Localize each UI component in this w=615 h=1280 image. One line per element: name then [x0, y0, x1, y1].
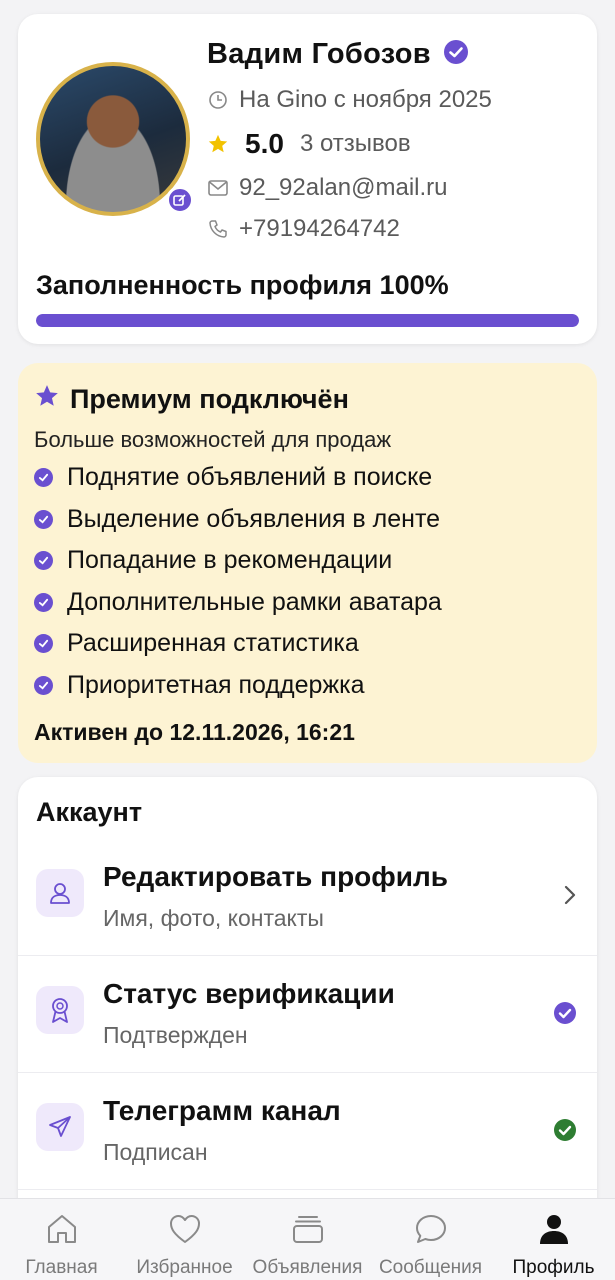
verified-check-icon	[553, 1001, 577, 1030]
nav-item-favorites[interactable]: Избранное	[123, 1199, 246, 1280]
account-item-subtitle: Имя, фото, контакты	[103, 905, 324, 931]
profile-completeness-bar	[36, 314, 579, 327]
nav-item-listings[interactable]: Объявления	[246, 1199, 369, 1280]
user-icon	[36, 869, 84, 917]
verified-badge-icon	[443, 39, 469, 70]
member-since-row: На Gino с ноября 2025	[207, 86, 492, 114]
star-icon	[207, 133, 229, 155]
check-icon	[34, 634, 53, 653]
account-card: Аккаунт Редактировать профиль Имя, фото,…	[18, 777, 597, 1217]
premium-feature: Выделение объявления в ленте	[34, 505, 440, 534]
phone-row: +79194264742	[207, 215, 400, 243]
account-item-edit-profile[interactable]: Редактировать профиль Имя, фото, контакт…	[18, 839, 597, 956]
premium-feature-label: Поднятие объявлений в поиске	[67, 463, 433, 491]
nav-item-home[interactable]: Главная	[0, 1199, 123, 1280]
send-icon	[36, 1103, 84, 1151]
premium-active-until: Активен до 12.11.2026, 16:21	[34, 719, 355, 745]
premium-card: Премиум подключён Больше возможностей дл…	[18, 363, 597, 763]
reviews-count[interactable]: 3 отзывов	[300, 130, 411, 158]
member-since: На Gino с ноября 2025	[239, 86, 492, 113]
premium-subtitle: Больше возможностей для продаж	[34, 427, 392, 452]
email-row: 92_92alan@mail.ru	[207, 174, 448, 202]
premium-star-icon	[34, 383, 60, 416]
listings-icon	[291, 1211, 325, 1247]
account-item-subtitle: Подписан	[103, 1139, 208, 1165]
chat-icon	[414, 1211, 448, 1247]
green-check-icon	[553, 1118, 577, 1147]
email: 92_92alan@mail.ru	[239, 174, 448, 201]
premium-title-row: Премиум подключён	[34, 383, 349, 416]
divider	[18, 1189, 597, 1190]
chevron-right-icon	[563, 884, 577, 911]
profile-card: Вадим Гобозов На Gino с ноября 2025 5.0 …	[18, 14, 597, 344]
premium-feature-label: Приоритетная поддержка	[67, 671, 365, 699]
profile-name-row: Вадим Гобозов	[207, 38, 469, 71]
badge-icon	[36, 986, 84, 1034]
premium-feature: Расширенная статистика	[34, 629, 359, 658]
profile-completeness-label: Заполненность профиля 100%	[36, 270, 449, 300]
premium-feature-label: Попадание в рекомендации	[67, 546, 393, 574]
premium-title: Премиум подключён	[70, 384, 349, 414]
check-icon	[34, 551, 53, 570]
heart-icon	[168, 1211, 202, 1247]
profile-name: Вадим Гобозов	[207, 38, 431, 70]
account-section-title: Аккаунт	[36, 797, 143, 827]
home-icon	[45, 1211, 79, 1247]
check-icon	[34, 468, 53, 487]
nav-item-profile[interactable]: Профиль	[492, 1199, 615, 1280]
nav-item-label: Сообщения	[378, 1257, 483, 1278]
mail-icon	[207, 180, 229, 196]
nav-item-label: Объявления	[252, 1257, 363, 1278]
phone-icon	[207, 219, 229, 239]
account-item-label: Телеграмм канал	[103, 1095, 341, 1126]
clock-icon	[207, 90, 229, 110]
premium-feature-label: Дополнительные рамки аватара	[67, 588, 442, 616]
nav-item-label: Профиль	[512, 1257, 595, 1278]
check-icon	[34, 593, 53, 612]
premium-feature-label: Расширенная статистика	[67, 629, 359, 657]
premium-feature-label: Выделение объявления в ленте	[67, 505, 441, 533]
avatar-container[interactable]	[36, 62, 194, 216]
edit-avatar-icon[interactable]	[166, 186, 194, 214]
nav-item-messages[interactable]: Сообщения	[369, 1199, 492, 1280]
account-item-subtitle: Подтвержден	[103, 1022, 248, 1048]
nav-item-label: Главная	[25, 1257, 98, 1278]
account-item-telegram[interactable]: Телеграмм канал Подписан	[18, 1073, 597, 1190]
premium-feature: Дополнительные рамки аватара	[34, 588, 442, 617]
account-item-label: Статус верификации	[103, 978, 395, 1009]
account-item-label: Редактировать профиль	[103, 861, 448, 892]
premium-feature: Попадание в рекомендации	[34, 546, 392, 575]
phone: +79194264742	[239, 215, 400, 242]
nav-item-label: Избранное	[136, 1257, 233, 1278]
rating-value: 5.0	[245, 128, 284, 159]
profile-completeness-fill	[36, 314, 579, 327]
account-item-verification[interactable]: Статус верификации Подтвержден	[18, 956, 597, 1073]
premium-feature: Приоритетная поддержка	[34, 671, 365, 700]
check-icon	[34, 510, 53, 529]
rating-row[interactable]: 5.0 3 отзывов	[207, 128, 411, 160]
bottom-nav: Главная Избранное Объявления Сообщения П…	[0, 1198, 615, 1280]
check-icon	[34, 676, 53, 695]
profile-icon	[537, 1211, 571, 1247]
premium-feature: Поднятие объявлений в поиске	[34, 463, 432, 492]
